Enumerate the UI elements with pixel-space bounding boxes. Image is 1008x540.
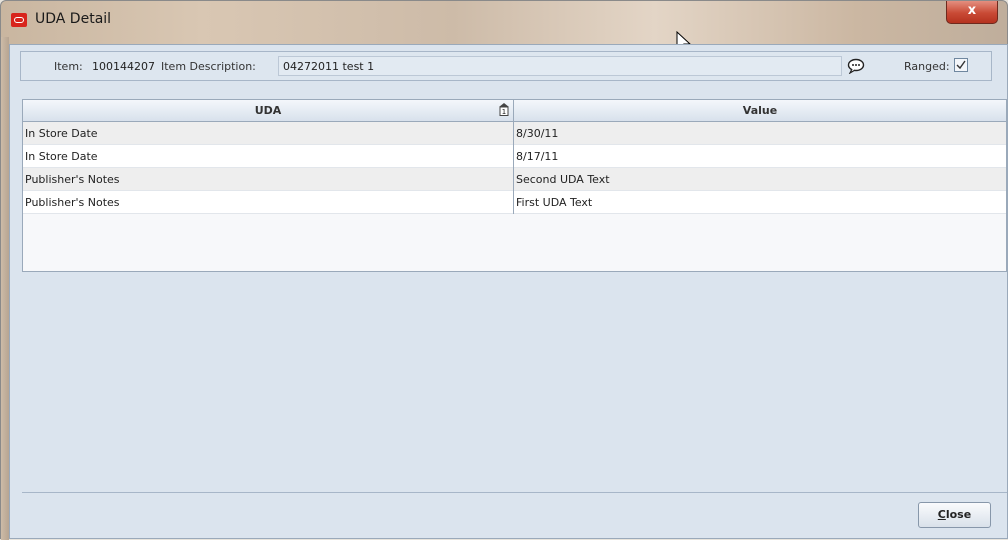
column-header-value[interactable]: Value [514, 100, 1006, 121]
column-header-uda[interactable]: UDA [23, 100, 514, 121]
value-cell: 8/30/11 [516, 127, 559, 140]
uda-cell: Publisher's Notes [23, 191, 514, 214]
value-cell: 8/17/11 [516, 150, 559, 163]
uda-cell: In Store Date [23, 145, 514, 168]
speech-bubble-icon[interactable] [847, 58, 865, 74]
window-left-edge [1, 37, 9, 540]
item-description-label: Item Description: [161, 60, 256, 73]
table-row[interactable]: In Store Date 8/30/11 [23, 122, 1006, 145]
ranged-checkbox[interactable] [954, 58, 968, 72]
close-button-label: lose [945, 508, 972, 521]
checkmark-icon [956, 60, 966, 70]
table-row[interactable]: Publisher's Notes First UDA Text [23, 191, 1006, 214]
item-info-bar: Item: 100144207 Item Description: 042720… [20, 51, 992, 81]
sort-order-number: 1 [502, 108, 506, 116]
footer-divider [22, 492, 1007, 493]
title-bar[interactable]: UDA Detail x [1, 1, 1007, 37]
window-close-button[interactable]: x [946, 1, 998, 24]
item-description-field: 04272011 test 1 [278, 56, 842, 76]
item-label: Item: [54, 60, 83, 73]
ranged-label: Ranged: [904, 60, 950, 73]
value-cell: First UDA Text [516, 196, 593, 209]
oracle-logo-icon [11, 13, 27, 27]
table-row[interactable]: In Store Date 8/17/11 [23, 145, 1006, 168]
close-button[interactable]: Close [918, 502, 991, 528]
value-cell: Second UDA Text [516, 173, 610, 186]
sort-ascending-icon[interactable]: 1 [499, 103, 509, 116]
uda-cell: Publisher's Notes [23, 168, 514, 191]
window-title: UDA Detail [35, 11, 112, 27]
dialog-content: Item: 100144207 Item Description: 042720… [9, 44, 1008, 539]
item-value: 100144207 [92, 60, 155, 73]
item-description-value: 04272011 test 1 [283, 60, 375, 73]
table-header: UDA 1 Value [23, 100, 1006, 122]
uda-detail-window: UDA Detail x Item: 100144207 Item Descri… [0, 0, 1008, 540]
uda-cell: In Store Date [23, 122, 514, 145]
uda-table: UDA 1 Value In Store Date 8/30/11 In Sto… [22, 99, 1007, 272]
close-button-mnemonic: C [937, 508, 946, 521]
table-row[interactable]: Publisher's Notes Second UDA Text [23, 168, 1006, 191]
